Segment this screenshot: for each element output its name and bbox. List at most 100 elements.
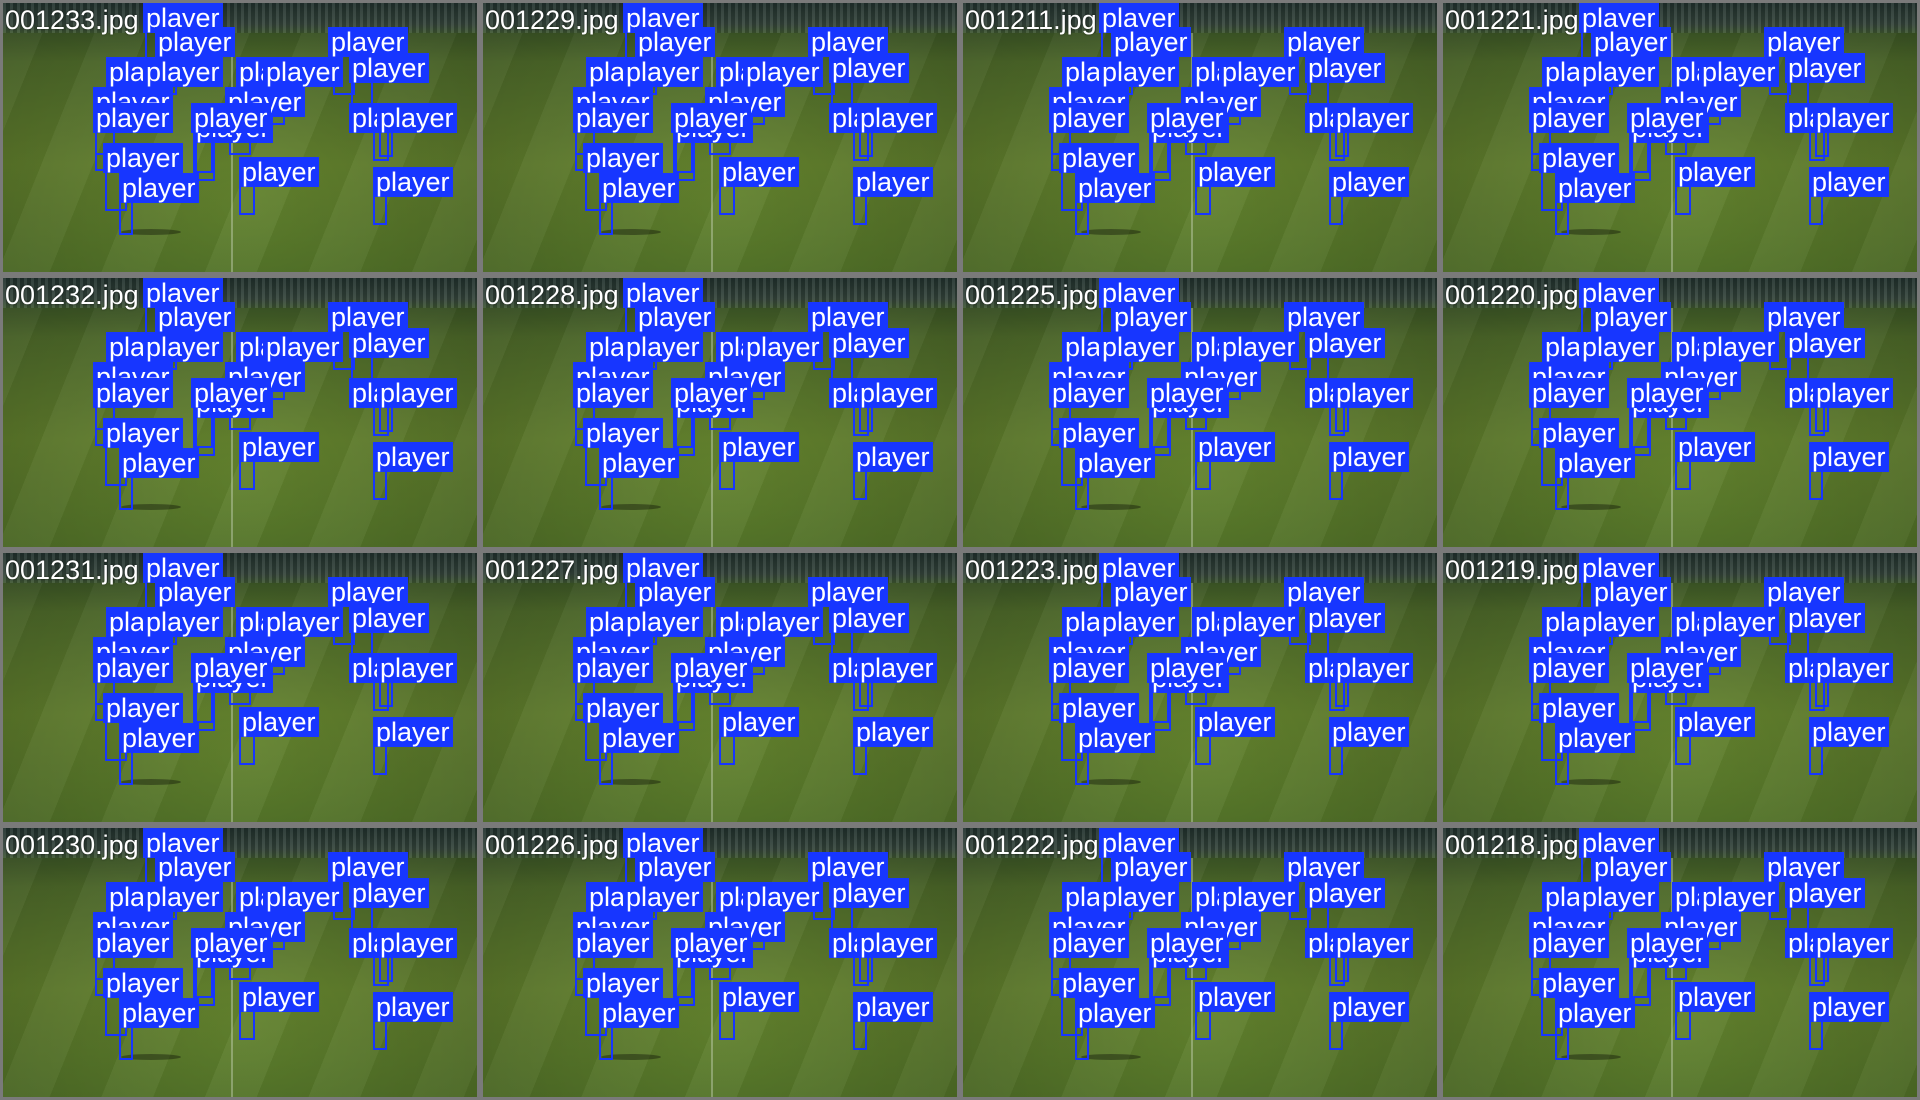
player-label: player bbox=[239, 157, 319, 187]
player-bounding-box bbox=[239, 460, 255, 490]
frame-tile: player player player player player player play… bbox=[0, 825, 480, 1100]
player-label: player bbox=[377, 653, 457, 683]
player-bounding-box bbox=[1815, 956, 1829, 982]
player-label: player bbox=[1305, 53, 1385, 83]
player-bounding-box bbox=[1675, 185, 1691, 215]
frame-filename: 001230.jpg bbox=[5, 830, 139, 860]
player-bounding-box bbox=[379, 681, 393, 707]
player-label: player bbox=[857, 378, 937, 408]
player-label: player bbox=[1529, 653, 1609, 683]
player-label: player bbox=[103, 693, 183, 723]
player-label: player bbox=[599, 723, 679, 753]
player-shadow bbox=[1561, 229, 1621, 235]
player-label: player bbox=[373, 717, 453, 747]
player-bounding-box bbox=[853, 470, 867, 500]
player-bounding-box bbox=[1149, 406, 1169, 448]
player-label: player bbox=[853, 717, 933, 747]
player-label: player bbox=[119, 723, 199, 753]
player-shadow bbox=[1561, 1054, 1621, 1060]
detection-mosaic: player player player player player player play… bbox=[0, 0, 1920, 1100]
player-label: player bbox=[1305, 328, 1385, 358]
player-bounding-box bbox=[239, 185, 255, 215]
player-label: player bbox=[719, 432, 799, 462]
player-bounding-box bbox=[373, 745, 387, 775]
player-bounding-box bbox=[1809, 470, 1823, 500]
player-label: player bbox=[829, 603, 909, 633]
player-label: player bbox=[373, 992, 453, 1022]
player-label: player bbox=[239, 982, 319, 1012]
player-shadow bbox=[1081, 504, 1141, 510]
player-label: player bbox=[377, 103, 457, 133]
player-label: player bbox=[155, 302, 235, 332]
player-bounding-box bbox=[1195, 460, 1211, 490]
player-label: player bbox=[829, 53, 909, 83]
player-label: player bbox=[573, 653, 653, 683]
player-label: player bbox=[119, 998, 199, 1028]
player-shadow bbox=[1081, 779, 1141, 785]
player-bounding-box bbox=[1335, 131, 1349, 157]
player-bounding-box bbox=[859, 956, 873, 982]
player-bounding-box bbox=[1195, 185, 1211, 215]
player-bounding-box bbox=[719, 460, 735, 490]
player-label: player bbox=[1813, 653, 1893, 683]
player-bounding-box bbox=[1335, 406, 1349, 432]
player-label: player bbox=[1329, 992, 1409, 1022]
player-label: player bbox=[119, 173, 199, 203]
player-label: player bbox=[1333, 928, 1413, 958]
frame-filename: 001222.jpg bbox=[965, 830, 1099, 860]
player-bounding-box bbox=[1675, 735, 1691, 765]
player-bounding-box bbox=[1555, 201, 1569, 235]
player-label: player bbox=[1111, 27, 1191, 57]
player-label: player bbox=[377, 378, 457, 408]
player-bounding-box bbox=[1335, 681, 1349, 707]
frame-filename: 001228.jpg bbox=[485, 280, 619, 310]
player-label: player bbox=[1785, 603, 1865, 633]
player-label: player bbox=[1305, 878, 1385, 908]
player-bounding-box bbox=[1555, 476, 1569, 510]
frame-filename: 001221.jpg bbox=[1445, 5, 1579, 35]
player-bounding-box bbox=[119, 751, 133, 785]
frame-tile: player player player player player player play… bbox=[960, 825, 1440, 1100]
player-label: player bbox=[599, 173, 679, 203]
player-label: player bbox=[599, 998, 679, 1028]
player-label: player bbox=[191, 653, 271, 683]
player-label: player bbox=[1579, 607, 1659, 637]
player-bounding-box bbox=[373, 195, 387, 225]
player-label: player bbox=[671, 928, 751, 958]
player-bounding-box bbox=[673, 131, 693, 173]
player-label: player bbox=[1111, 302, 1191, 332]
player-label: player bbox=[1785, 328, 1865, 358]
frame-filename: 001226.jpg bbox=[485, 830, 619, 860]
player-label: player bbox=[1627, 928, 1707, 958]
player-label: player bbox=[671, 378, 751, 408]
player-bounding-box bbox=[373, 1020, 387, 1050]
player-label: player bbox=[1809, 717, 1889, 747]
player-label: player bbox=[1219, 882, 1299, 912]
player-bounding-box bbox=[859, 131, 873, 157]
player-label: player bbox=[1099, 57, 1179, 87]
player-label: player bbox=[1147, 653, 1227, 683]
frame-filename: 001219.jpg bbox=[1445, 555, 1579, 585]
player-label: player bbox=[1699, 57, 1779, 87]
player-label: player bbox=[1699, 607, 1779, 637]
player-label: player bbox=[1059, 143, 1139, 173]
player-label: player bbox=[263, 57, 343, 87]
player-bounding-box bbox=[1629, 131, 1649, 173]
player-label: player bbox=[1195, 707, 1275, 737]
player-bounding-box bbox=[719, 185, 735, 215]
player-label: player bbox=[1675, 432, 1755, 462]
player-bounding-box bbox=[1809, 195, 1823, 225]
player-label: player bbox=[635, 577, 715, 607]
player-bounding-box bbox=[379, 131, 393, 157]
player-label: player bbox=[635, 852, 715, 882]
player-label: player bbox=[829, 878, 909, 908]
player-bounding-box bbox=[1195, 1010, 1211, 1040]
player-bounding-box bbox=[1629, 956, 1649, 998]
frame-tile: player player player player player player play… bbox=[480, 550, 960, 825]
player-bounding-box bbox=[1149, 681, 1169, 723]
player-label: player bbox=[1675, 707, 1755, 737]
player-label: player bbox=[1813, 378, 1893, 408]
player-label: player bbox=[1049, 928, 1129, 958]
player-label: player bbox=[623, 882, 703, 912]
player-bounding-box bbox=[1629, 406, 1649, 448]
